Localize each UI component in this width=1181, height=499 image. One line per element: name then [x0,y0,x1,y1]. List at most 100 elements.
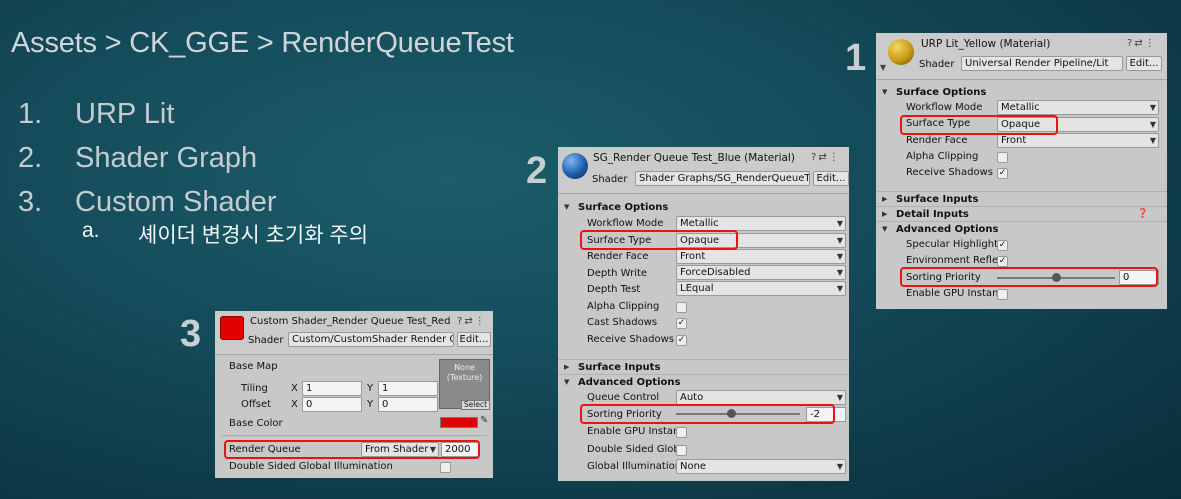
render-face-dropdown[interactable]: Front ▼ [676,249,846,264]
shader-dropdown[interactable]: Universal Render Pipeline/Lit [961,56,1123,71]
gpu-instancing-label: Enable GPU Instanc [906,288,1004,299]
tiling-label: Tiling [241,383,268,394]
settings-icon[interactable]: ⇄ [464,316,474,327]
label-three: 3 [180,313,202,355]
dropdown-value: LEqual [680,283,714,294]
global-illumination-dropdown[interactable]: None ▼ [676,459,846,474]
shader-dropdown[interactable]: Custom/CustomShader Render Qu [288,332,454,347]
header-icons[interactable]: ?⇄⋮ [811,152,841,163]
header-icons[interactable]: ?⇄⋮ [457,316,487,327]
header-icons[interactable]: ?⇄⋮ [1127,38,1157,49]
sub-list-item: a. 셰이더 변경시 초기화 주의 [82,219,368,249]
texture-none-text: None [454,363,475,372]
material-name: SG_Render Queue Test_Blue (Material) [593,152,795,164]
cast-shadows-label: Cast Shadows [587,317,658,328]
inspector-panel-urp-lit: ▼ URP Lit_Yellow (Material) ?⇄⋮ Shader U… [876,33,1167,309]
foldout-open-icon: ▼ [564,378,570,386]
edit-button[interactable]: Edit... [1126,56,1162,71]
queue-control-dropdown[interactable]: Auto ▼ [676,390,846,405]
foldout-surface-inputs[interactable]: ▶ Surface Inputs [558,359,849,374]
tiling-x-field[interactable]: 1 [302,381,362,396]
foldout-surface-options[interactable]: ▼ Surface Options [876,85,1167,100]
receive-shadows-checkbox[interactable]: ✓ [676,335,687,346]
select-texture-button[interactable]: Select [461,400,490,410]
eyedropper-icon[interactable]: ✎ [480,415,488,426]
inspector-panel-custom-shader: Custom Shader_Render Queue Test_Red ?⇄⋮ … [215,311,493,478]
foldout-open-icon: ▼ [882,225,888,233]
workflow-mode-dropdown[interactable]: Metallic ▼ [676,216,846,231]
dropdown-arrow-icon: ▼ [836,268,843,277]
offset-y-field[interactable]: 0 [378,397,438,412]
workflow-mode-dropdown[interactable]: Metallic ▼ [997,100,1159,115]
offset-x-field[interactable]: 0 [302,397,362,412]
help-icon[interactable]: ❓ [1137,207,1148,222]
menu-icon[interactable]: ⋮ [475,316,487,327]
menu-icon[interactable]: ⋮ [1145,38,1157,49]
dropdown-value: Front [680,251,706,262]
double-sided-gi-checkbox[interactable] [440,462,451,473]
dropdown-arrow-icon: ▼ [836,219,843,228]
gpu-instancing-checkbox[interactable] [997,289,1008,300]
alpha-clipping-checkbox[interactable] [997,152,1008,163]
foldout-advanced-options[interactable]: ▼ Advanced Options [558,374,849,389]
tiling-y-field[interactable]: 1 [378,381,438,396]
list-item: 3. Custom Shader [18,180,277,224]
receive-shadows-label: Receive Shadows [587,334,674,345]
ordered-list: 1. URP Lit 2. Shader Graph 3. Custom Shader [18,92,277,224]
alpha-clipping-label: Alpha Clipping [587,301,660,312]
depth-write-dropdown[interactable]: ForceDisabled ▼ [676,265,846,280]
shader-label: Shader [592,174,628,185]
highlight-render-queue [224,440,480,459]
list-text: URP Lit [75,97,175,130]
cast-shadows-checkbox[interactable]: ✓ [676,318,687,329]
tiling-y-label: Y [367,383,374,394]
settings-icon[interactable]: ⇄ [818,152,828,163]
receive-shadows-checkbox[interactable]: ✓ [997,168,1008,179]
alpha-clipping-checkbox[interactable] [676,302,687,313]
list-text: 셰이더 변경시 초기화 주의 [138,224,369,247]
material-name: Custom Shader_Render Queue Test_Red [250,316,451,327]
shader-value: Custom/CustomShader Render Qu [292,334,454,345]
specular-highlights-checkbox[interactable]: ✓ [997,240,1008,251]
edit-button[interactable]: Edit... [457,332,491,347]
dropdown-arrow-icon: ▼ [836,236,843,245]
environment-reflections-checkbox[interactable]: ✓ [997,256,1008,267]
base-map-label: Base Map [229,361,278,372]
list-item: 2. Shader Graph [18,136,277,180]
slide-title: Assets > CK_GGE > RenderQueueTest [11,27,514,59]
specular-highlights-label: Specular Highlights [906,239,1004,250]
label-one: 1 [845,37,867,79]
settings-icon[interactable]: ⇄ [1134,38,1144,49]
double-sided-gi-label: Double Sided Glob [587,444,680,455]
material-preview-sphere [562,153,588,179]
foldout-label: Advanced Options [578,377,681,388]
global-illumination-label: Global Illumination [587,461,682,472]
foldout-closed-icon: ▶ [882,195,888,203]
receive-shadows-label: Receive Shadows [906,167,993,178]
list-text: Custom Shader [75,185,277,218]
dropdown-arrow-icon: ▼ [1149,136,1156,145]
offset-label: Offset [241,399,272,410]
foldout-advanced-options[interactable]: ▼ Advanced Options [876,221,1167,236]
render-face-dropdown[interactable]: Front ▼ [997,133,1159,148]
gpu-instancing-label: Enable GPU Instan [587,426,680,437]
foldout-surface-inputs[interactable]: ▶ Surface Inputs [876,191,1167,206]
base-color-field[interactable] [440,417,478,428]
foldout-open-icon: ▼ [882,88,888,96]
highlight-sorting-priority [900,267,1158,287]
foldout-arrow-icon[interactable]: ▼ [880,63,886,72]
material-name: URP Lit_Yellow (Material) [921,38,1051,50]
shader-dropdown[interactable]: Shader Graphs/SG_RenderQueueT [635,171,810,186]
render-face-label: Render Face [587,251,649,262]
foldout-detail-inputs[interactable]: ▶ Detail Inputs ❓ [876,206,1167,221]
foldout-label: Detail Inputs [896,209,969,220]
menu-icon[interactable]: ⋮ [829,152,841,163]
list-item: 1. URP Lit [18,92,277,136]
depth-test-dropdown[interactable]: LEqual ▼ [676,281,846,296]
edit-button[interactable]: Edit... [813,171,849,186]
foldout-label: Surface Inputs [896,194,979,205]
double-sided-gi-checkbox[interactable] [676,445,687,456]
gpu-instancing-checkbox[interactable] [676,427,687,438]
foldout-surface-options[interactable]: ▼ Surface Options [558,200,849,215]
highlight-sorting-priority [580,404,835,424]
